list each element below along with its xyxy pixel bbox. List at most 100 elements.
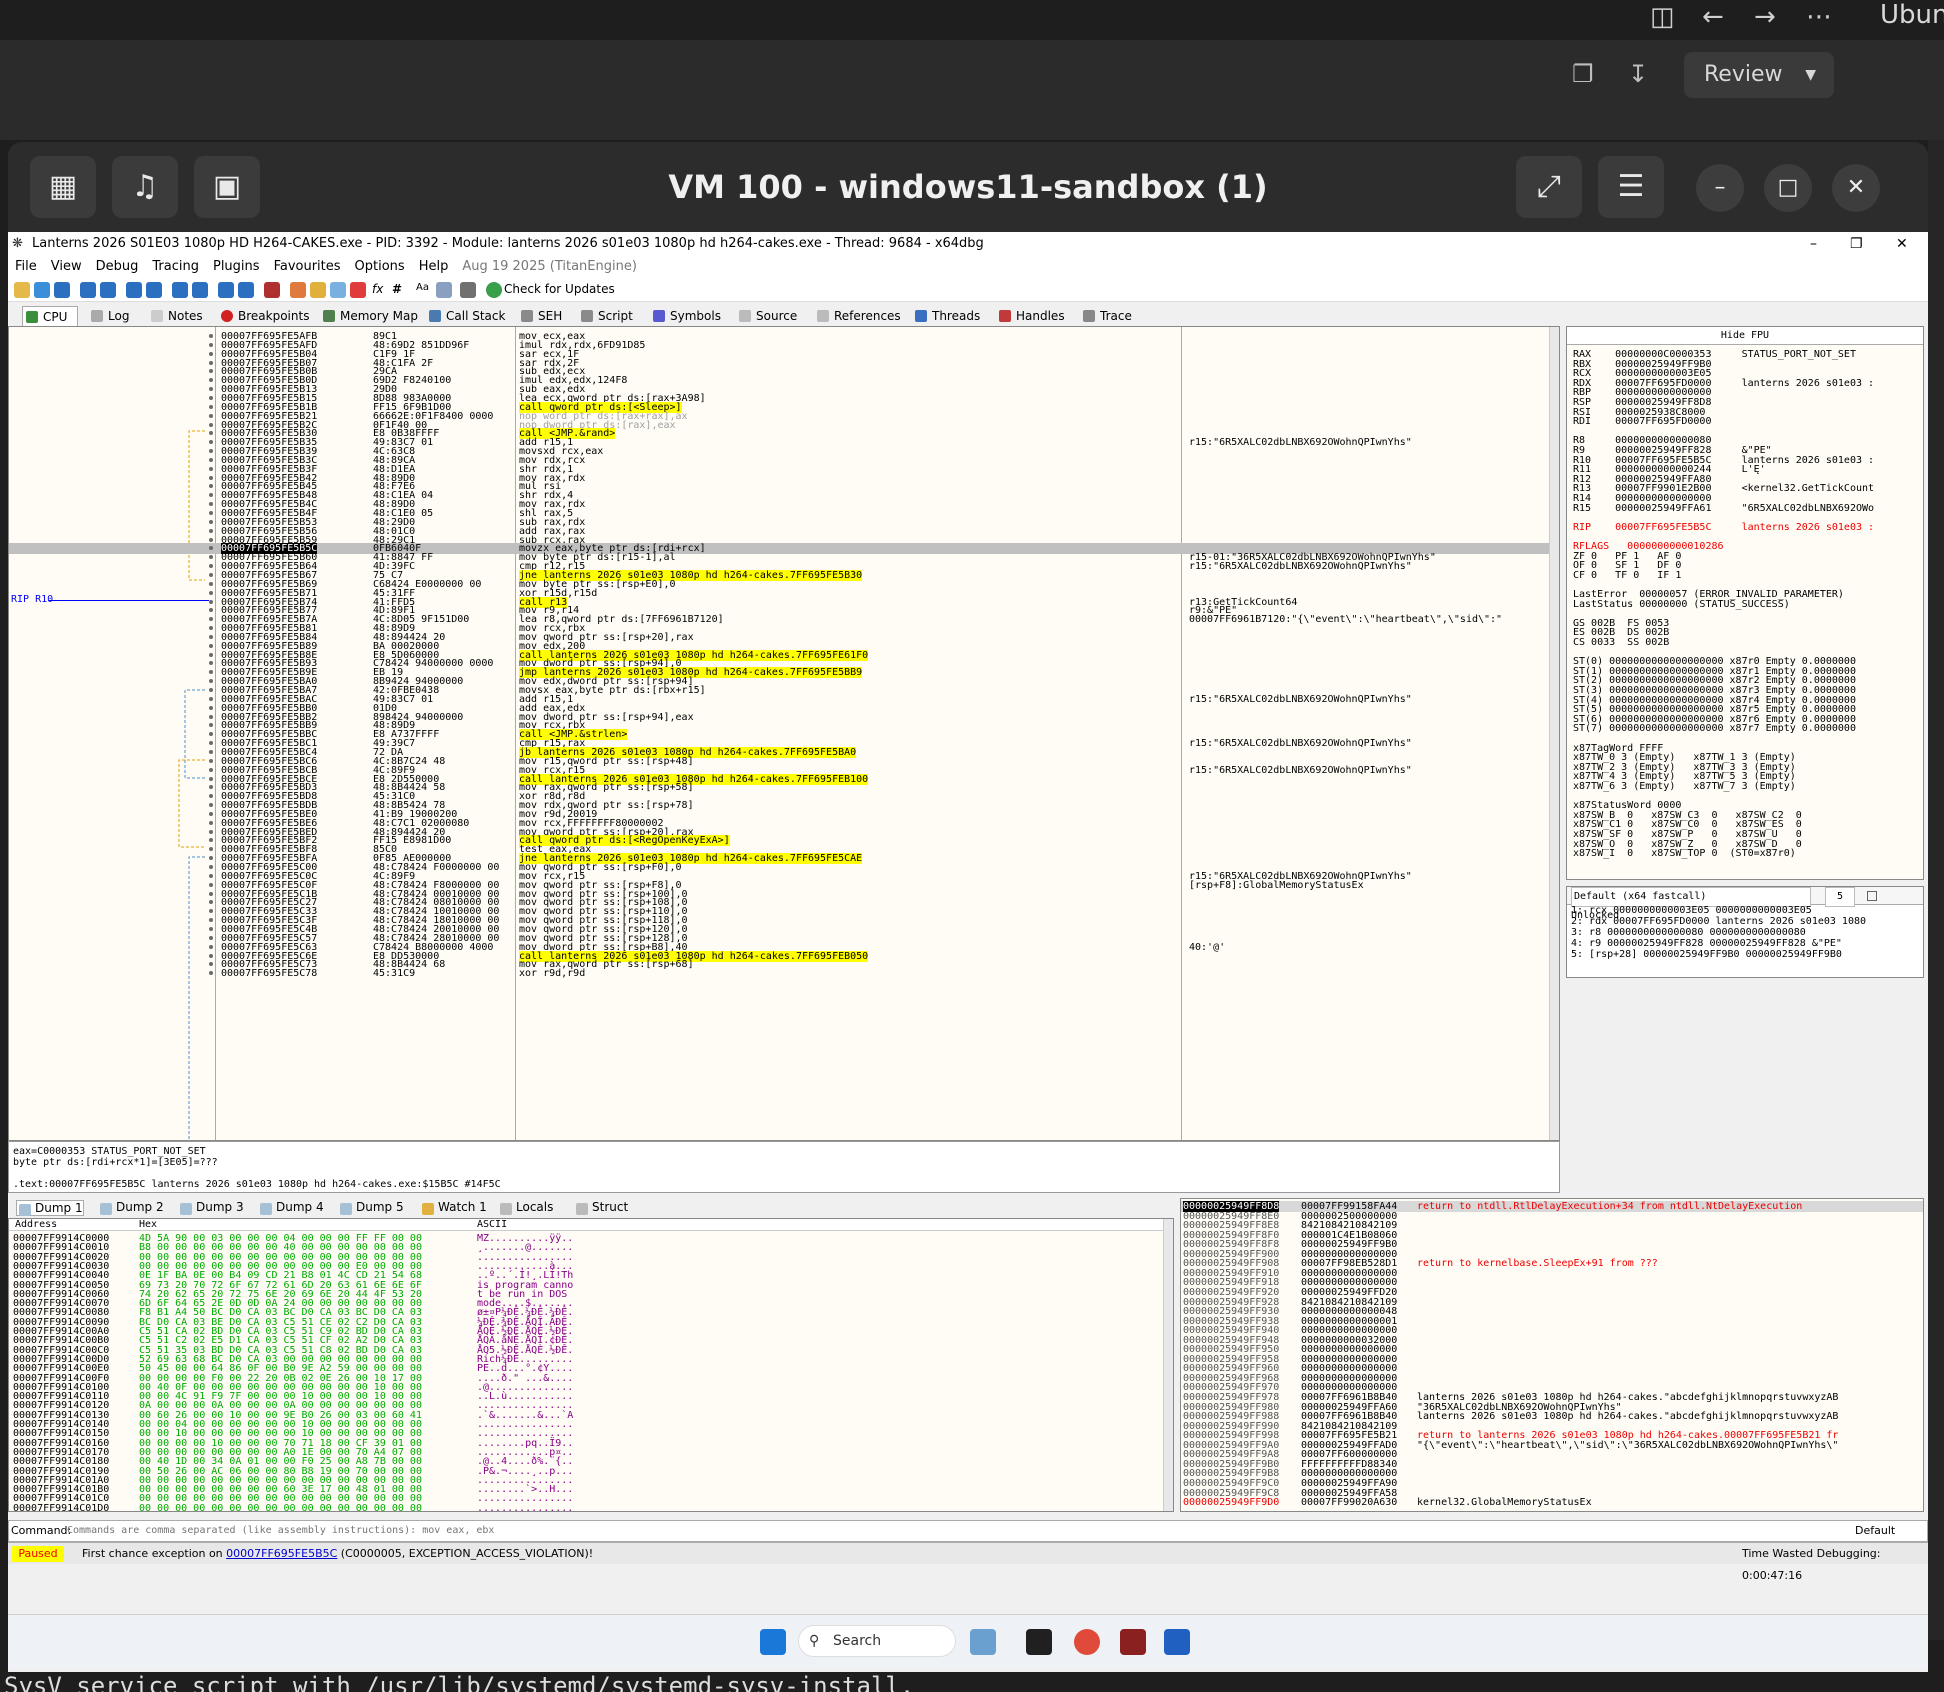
vm-fullscreen-button[interactable]: ⤢: [1516, 156, 1582, 218]
breakpoint-dot[interactable]: [209, 431, 213, 436]
execute-till-return-icon[interactable]: [218, 282, 234, 298]
breakpoint-dot[interactable]: [209, 705, 213, 710]
trace-into-icon[interactable]: [172, 282, 188, 298]
labels-icon[interactable]: [330, 282, 346, 298]
tab-dump-3[interactable]: Dump 3: [178, 1200, 244, 1215]
breakpoint-dot[interactable]: [209, 404, 213, 409]
breakpoint-dot[interactable]: [209, 652, 213, 657]
comments-icon[interactable]: [310, 282, 326, 298]
breakpoint-dot[interactable]: [209, 688, 213, 692]
menu-view[interactable]: View: [44, 256, 89, 278]
update-icon[interactable]: [486, 282, 502, 298]
breakpoint-dot[interactable]: [209, 422, 213, 427]
bookmarks-icon[interactable]: [350, 282, 366, 298]
open-icon[interactable]: [14, 282, 30, 298]
breakpoint-dot[interactable]: [209, 351, 213, 356]
breakpoint-dot[interactable]: [209, 387, 213, 392]
vm-menu-button[interactable]: ☰: [1598, 156, 1664, 218]
arg-count-spinner[interactable]: 5: [1825, 887, 1856, 907]
tab-locals[interactable]: Locals: [498, 1200, 553, 1215]
breakpoint-dot[interactable]: [209, 617, 213, 622]
breakpoint-dot[interactable]: [209, 803, 213, 808]
breakpoint-dot[interactable]: [209, 519, 213, 524]
breakpoint-dot[interactable]: [209, 962, 213, 967]
tab-threads[interactable]: Threads: [912, 306, 980, 326]
breakpoint-dot[interactable]: [209, 785, 213, 790]
disasm-scrollbar[interactable]: [1549, 327, 1559, 1140]
tab-seh[interactable]: SEH: [518, 306, 562, 326]
breakpoint-dot[interactable]: [209, 537, 213, 542]
breakpoint-dot[interactable]: [209, 679, 213, 684]
sidebar-toggle-icon[interactable]: ◫: [1650, 2, 1675, 32]
run-icon[interactable]: [80, 282, 96, 298]
dump-view[interactable]: Address Hex ASCII 00007FF9914C0000 4D 5A …: [8, 1218, 1174, 1512]
scylla-icon[interactable]: [264, 282, 280, 298]
hide-fpu-button[interactable]: Hide FPU: [1567, 327, 1923, 345]
command-input[interactable]: [67, 1523, 1857, 1539]
command-mode-select[interactable]: Default: [1855, 1521, 1895, 1541]
breakpoint-dot[interactable]: [209, 935, 213, 940]
breakpoint-dot[interactable]: [209, 466, 213, 471]
breakpoint-dot[interactable]: [209, 457, 213, 462]
step-into-icon[interactable]: [126, 282, 142, 298]
stop-icon[interactable]: [54, 282, 70, 298]
breakpoint-dot[interactable]: [209, 776, 213, 781]
tab-log[interactable]: Log: [88, 306, 129, 326]
breakpoint-dot[interactable]: [209, 918, 213, 923]
registers-panel[interactable]: Hide FPU RAX 00000000C0000353 STATUS_POR…: [1566, 326, 1924, 880]
breakpoint-dot[interactable]: [209, 511, 213, 515]
disasm-row[interactable]: 00007FF695FE5C78 45:31C9 xor r9d,r9d: [9, 968, 1559, 979]
back-arrow-icon[interactable]: ←: [1702, 2, 1724, 32]
breakpoint-dot[interactable]: [209, 502, 213, 507]
breakpoint-dot[interactable]: [209, 395, 213, 400]
breakpoint-dot[interactable]: [209, 909, 213, 914]
task-view-icon[interactable]: [1026, 1629, 1052, 1655]
copy-icon[interactable]: ❐: [1572, 60, 1594, 88]
hash-icon[interactable]: #: [392, 282, 402, 296]
breakpoint-dot[interactable]: [209, 882, 213, 887]
breakpoint-dot[interactable]: [209, 767, 213, 772]
breakpoint-dot[interactable]: [209, 723, 213, 728]
vm-close-button[interactable]: ✕: [1832, 164, 1880, 212]
breakpoint-dot[interactable]: [209, 696, 213, 701]
chrome-icon[interactable]: [1074, 1629, 1100, 1655]
tab-dump-4[interactable]: Dump 4: [258, 1200, 324, 1215]
breakpoint-dot[interactable]: [209, 360, 213, 365]
run-to-user-code-icon[interactable]: [238, 282, 254, 298]
more-icon[interactable]: ⋯: [1806, 2, 1832, 32]
breakpoint-dot[interactable]: [209, 847, 213, 852]
breakpoint-dot[interactable]: [209, 546, 213, 551]
exception-address-link[interactable]: 00007FF695FE5B5C: [226, 1547, 337, 1560]
breakpoint-dot[interactable]: [209, 369, 213, 374]
tab-struct[interactable]: Struct: [574, 1200, 628, 1215]
breakpoint-dot[interactable]: [209, 794, 213, 799]
breakpoint-dot[interactable]: [209, 820, 213, 825]
start-icon[interactable]: [760, 1629, 786, 1655]
x64dbg-minimize-icon[interactable]: –: [1810, 232, 1817, 256]
breakpoint-dot[interactable]: [209, 714, 213, 719]
tab-script[interactable]: Script: [578, 306, 633, 326]
menu-options[interactable]: Options: [348, 256, 412, 278]
breakpoint-dot[interactable]: [209, 758, 213, 763]
breakpoint-dot[interactable]: [209, 599, 213, 604]
tab-watch-1[interactable]: Watch 1: [420, 1200, 487, 1215]
tab-notes[interactable]: Notes: [148, 306, 203, 326]
stack-row[interactable]: 00000025949FF9D0 00007FF99020A630 kernel32…: [1181, 1497, 1923, 1508]
tab-source[interactable]: Source: [736, 306, 797, 326]
menu-file[interactable]: File: [8, 256, 44, 278]
vm-maximize-button[interactable]: □: [1764, 164, 1812, 212]
breakpoint-dot[interactable]: [209, 334, 213, 338]
dump-scrollbar[interactable]: [1163, 1219, 1173, 1511]
tab-dump-5[interactable]: Dump 5: [338, 1200, 404, 1215]
breakpoint-dot[interactable]: [209, 449, 213, 454]
breakpoint-dot[interactable]: [209, 670, 213, 675]
disassembly-view[interactable]: RIP R10 00007FF695FE5AFB 89C1 mov ecx,eax 0…: [8, 326, 1560, 1141]
forward-arrow-icon[interactable]: →: [1754, 2, 1776, 32]
breakpoint-dot[interactable]: [209, 590, 213, 595]
breakpoint-dot[interactable]: [209, 856, 213, 861]
tab-memory-map[interactable]: Memory Map: [320, 306, 418, 326]
breakpoint-dot[interactable]: [209, 643, 213, 648]
trace-over-icon[interactable]: [192, 282, 208, 298]
tab-trace[interactable]: Trace: [1080, 306, 1132, 326]
breakpoint-dot[interactable]: [209, 440, 213, 445]
